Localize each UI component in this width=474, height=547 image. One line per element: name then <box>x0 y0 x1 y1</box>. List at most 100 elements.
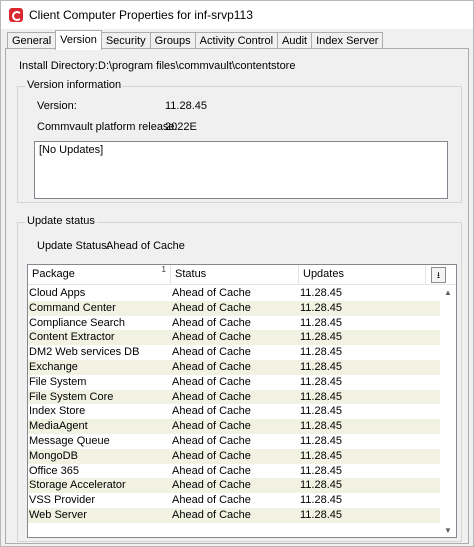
table-row[interactable]: Message Queue Ahead of Cache 11.28.45 <box>28 434 441 449</box>
updates-cell: 11.28.45 <box>300 346 343 359</box>
table-row[interactable]: MongoDB Ahead of Cache 11.28.45 <box>28 448 441 464</box>
table-row[interactable]: Content Extractor Ahead of Cache 11.28.45 <box>28 330 441 346</box>
column-header-package-label: Package <box>32 268 75 280</box>
package-cell: Web Server <box>29 508 87 521</box>
status-cell: Ahead of Cache <box>172 301 251 314</box>
status-cell: Ahead of Cache <box>172 494 251 507</box>
table-row[interactable]: Command Center Ahead of Cache 11.28.45 <box>28 300 441 316</box>
package-cell: Storage Accelerator <box>29 479 126 492</box>
update-status-value: Ahead of Cache <box>106 240 185 252</box>
updates-cell: 11.28.45 <box>300 287 343 299</box>
table-row[interactable]: File System Ahead of Cache 11.28.45 <box>28 375 441 390</box>
table-row[interactable]: DM2 Web services DB Ahead of Cache 11.28.4… <box>28 345 441 360</box>
updates-cell: 11.28.45 <box>300 449 343 462</box>
status-cell: Ahead of Cache <box>172 420 251 433</box>
packages-table: Package 1 Status Updates ⭳ Cloud Apps Ahe… <box>27 264 457 538</box>
table-body: Cloud Apps Ahead of Cache 11.28.45 Command … <box>28 286 441 523</box>
status-cell: Ahead of Cache <box>172 405 251 418</box>
status-cell: Ahead of Cache <box>172 390 251 403</box>
status-cell: Ahead of Cache <box>172 287 251 299</box>
package-cell: MediaAgent <box>29 420 88 433</box>
package-cell: Index Store <box>29 405 86 418</box>
tab-strip: General Version Security Groups Activity… <box>7 30 384 50</box>
tab-security[interactable]: Security <box>100 32 151 49</box>
table-row[interactable]: Cloud Apps Ahead of Cache 11.28.45 <box>28 286 441 301</box>
status-cell: Ahead of Cache <box>172 360 251 373</box>
status-cell: Ahead of Cache <box>172 316 251 329</box>
status-cell: Ahead of Cache <box>172 434 251 447</box>
updates-cell: 11.28.45 <box>300 405 343 418</box>
update-status-title: Update status <box>25 215 97 227</box>
sort-ascending-icon: 1 <box>162 265 166 274</box>
install-directory-value: D:\program files\commvault\contentstore <box>98 60 296 72</box>
tab-activity-control[interactable]: Activity Control <box>194 32 279 49</box>
vertical-scrollbar[interactable]: ▲ ▼ <box>440 286 456 537</box>
install-directory-label: Install Directory: <box>19 60 98 72</box>
commvault-logo-icon <box>9 8 23 22</box>
updates-cell: 11.28.45 <box>300 464 343 477</box>
update-status-label: Update Status: <box>37 240 110 252</box>
package-cell: Content Extractor <box>29 331 115 344</box>
column-chooser-icon[interactable]: ⭳ <box>431 267 446 283</box>
scroll-down-icon[interactable]: ▼ <box>440 524 456 537</box>
package-cell: File System <box>29 375 87 388</box>
installed-updates-box[interactable]: [No Updates] <box>34 141 448 199</box>
updates-cell: 11.28.45 <box>300 375 343 388</box>
package-cell: MongoDB <box>29 449 78 462</box>
status-cell: Ahead of Cache <box>172 508 251 521</box>
table-row[interactable]: Office 365 Ahead of Cache 11.28.45 <box>28 464 441 479</box>
package-cell: Exchange <box>29 360 78 373</box>
updates-cell: 11.28.45 <box>300 360 343 373</box>
status-cell: Ahead of Cache <box>172 464 251 477</box>
tab-version[interactable]: Version <box>55 30 102 50</box>
updates-cell: 11.28.45 <box>300 434 343 447</box>
version-value: 11.28.45 <box>165 100 208 112</box>
status-cell: Ahead of Cache <box>172 346 251 359</box>
package-cell: DM2 Web services DB <box>29 346 140 359</box>
package-cell: Compliance Search <box>29 316 125 329</box>
package-cell: Message Queue <box>29 434 110 447</box>
platform-release-label: Commvault platform release: <box>37 121 178 133</box>
table-header: Package 1 Status Updates ⭳ <box>28 265 456 285</box>
updates-cell: 11.28.45 <box>300 508 343 521</box>
table-row[interactable]: Web Server Ahead of Cache 11.28.45 <box>28 507 441 523</box>
table-row[interactable]: Storage Accelerator Ahead of Cache 11.28.4… <box>28 478 441 494</box>
column-header-status[interactable]: Status <box>171 265 299 285</box>
version-information-group: Version information Version: 11.28.45 Co… <box>17 79 462 203</box>
updates-cell: 11.28.45 <box>300 331 343 344</box>
tab-general[interactable]: General <box>7 32 57 49</box>
sort-order-marker: 1 <box>161 265 166 274</box>
table-row[interactable]: Index Store Ahead of Cache 11.28.45 <box>28 404 441 419</box>
window-title: Client Computer Properties for inf-srvp1… <box>29 8 253 22</box>
package-cell: Cloud Apps <box>29 287 86 299</box>
column-header-updates[interactable]: Updates <box>299 265 426 285</box>
title-bar: Client Computer Properties for inf-srvp1… <box>1 1 473 29</box>
package-cell: Office 365 <box>29 464 79 477</box>
table-row[interactable]: VSS Provider Ahead of Cache 11.28.45 <box>28 493 441 508</box>
updates-cell: 11.28.45 <box>300 316 343 329</box>
table-row[interactable]: File System Core Ahead of Cache 11.28.45 <box>28 389 441 405</box>
package-cell: VSS Provider <box>29 494 96 507</box>
column-header-package[interactable]: Package 1 <box>28 265 171 285</box>
status-cell: Ahead of Cache <box>172 449 251 462</box>
table-row[interactable]: Compliance Search Ahead of Cache 11.28.45 <box>28 316 441 331</box>
table-row[interactable]: Exchange Ahead of Cache 11.28.45 <box>28 359 441 375</box>
updates-cell: 11.28.45 <box>300 479 343 492</box>
table-row[interactable]: MediaAgent Ahead of Cache 11.28.45 <box>28 419 441 434</box>
scroll-up-icon[interactable]: ▲ <box>440 286 456 300</box>
updates-cell: 11.28.45 <box>300 494 343 507</box>
tab-groups[interactable]: Groups <box>149 32 196 49</box>
tab-index-server[interactable]: Index Server <box>311 32 384 49</box>
update-status-group: Update status Update Status: Ahead of Ca… <box>17 215 462 542</box>
status-cell: Ahead of Cache <box>172 479 251 492</box>
package-cell: Command Center <box>29 301 116 314</box>
version-information-title: Version information <box>25 79 124 91</box>
tab-audit[interactable]: Audit <box>277 32 313 49</box>
updates-cell: 11.28.45 <box>300 420 343 433</box>
updates-cell: 11.28.45 <box>300 390 343 403</box>
package-cell: File System Core <box>29 390 114 403</box>
status-cell: Ahead of Cache <box>172 375 251 388</box>
properties-dialog: Client Computer Properties for inf-srvp1… <box>0 0 474 547</box>
platform-release-value: 2022E <box>165 121 197 133</box>
version-tab-panel: Install Directory: D:\program files\comm… <box>5 48 469 544</box>
